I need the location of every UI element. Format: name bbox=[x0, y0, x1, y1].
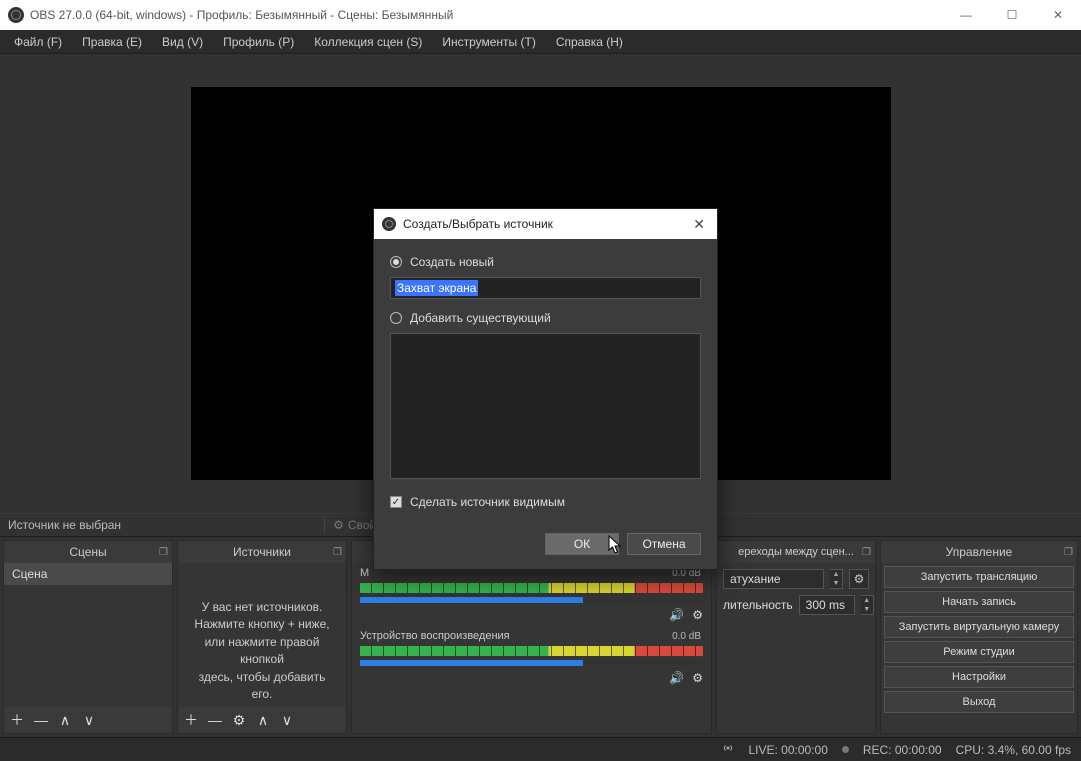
add-existing-radio[interactable]: Добавить существующий bbox=[390, 311, 701, 325]
gear-icon: ⚙ bbox=[333, 518, 344, 532]
make-visible-checkbox[interactable]: ✓ Сделать источник видимым bbox=[390, 495, 701, 509]
volume-slider[interactable] bbox=[360, 597, 703, 603]
sources-panel: Источники ❐ У вас нет источников. Нажмит… bbox=[177, 540, 347, 734]
controls-body: Запустить трансляцию Начать запись Запус… bbox=[881, 563, 1077, 733]
transition-spin[interactable]: ▲▼ bbox=[830, 569, 843, 589]
menu-scene-collection[interactable]: Коллекция сцен (S) bbox=[304, 33, 432, 51]
create-new-radio[interactable]: Создать новый bbox=[390, 255, 701, 269]
live-status: LIVE: 00:00:00 bbox=[748, 743, 827, 757]
transition-select[interactable]: атухание bbox=[723, 569, 824, 589]
scenes-header[interactable]: Сцены ❐ bbox=[4, 541, 172, 563]
remove-source-button[interactable]: — bbox=[206, 711, 224, 729]
dialog-buttons: ОК Отмена bbox=[374, 525, 717, 569]
sources-empty: У вас нет источников. Нажмите кнопку + н… bbox=[178, 563, 346, 707]
gear-icon[interactable]: ⚙ bbox=[692, 671, 703, 685]
menu-help[interactable]: Справка (H) bbox=[546, 33, 633, 51]
volume-slider[interactable] bbox=[360, 660, 703, 666]
close-button[interactable]: ✕ bbox=[1035, 0, 1081, 30]
menu-view[interactable]: Вид (V) bbox=[152, 33, 213, 51]
radio-icon bbox=[390, 312, 402, 324]
scenes-list[interactable]: Сцена bbox=[4, 563, 172, 707]
minimize-button[interactable]: — bbox=[943, 0, 989, 30]
menu-profile[interactable]: Профиль (P) bbox=[213, 33, 304, 51]
menu-file[interactable]: Файл (F) bbox=[4, 33, 72, 51]
titlebar: OBS 27.0.0 (64-bit, windows) - Профиль: … bbox=[0, 0, 1081, 30]
existing-sources-list[interactable] bbox=[390, 333, 701, 479]
rec-dot-icon bbox=[842, 746, 849, 753]
transitions-header[interactable]: ереходы между сцен... ❐ bbox=[717, 541, 875, 563]
sources-list[interactable]: У вас нет источников. Нажмите кнопку + н… bbox=[178, 563, 346, 707]
start-stream-button[interactable]: Запустить трансляцию bbox=[884, 566, 1074, 588]
speaker-icon[interactable]: 🔊 bbox=[669, 671, 684, 685]
virtual-camera-button[interactable]: Запустить виртуальную камеру bbox=[884, 616, 1074, 638]
source-down-button[interactable]: ∨ bbox=[278, 711, 296, 729]
create-source-dialog: Создать/Выбрать источник ✕ Создать новый… bbox=[373, 208, 718, 570]
mixer-track-2: Устройство воспроизведения 0.0 dB 🔊 ⚙ bbox=[352, 626, 711, 689]
maximize-button[interactable]: ☐ bbox=[989, 0, 1035, 30]
app-icon bbox=[8, 7, 24, 23]
checkbox-icon: ✓ bbox=[390, 496, 402, 508]
start-record-button[interactable]: Начать запись bbox=[884, 591, 1074, 613]
sources-footer: ＋ — ⚙ ∧ ∨ bbox=[178, 707, 346, 733]
audio-meter bbox=[360, 646, 703, 656]
ok-button[interactable]: ОК bbox=[545, 533, 619, 555]
duration-input[interactable]: 300 ms bbox=[799, 595, 855, 615]
exit-button[interactable]: Выход bbox=[884, 691, 1074, 713]
transitions-body: атухание ▲▼ ⚙ лительность 300 ms ▲▼ bbox=[717, 563, 875, 733]
dialog-close-button[interactable]: ✕ bbox=[689, 216, 709, 233]
source-name-input[interactable]: Захват экрана bbox=[390, 277, 701, 299]
scene-up-button[interactable]: ∧ bbox=[56, 711, 74, 729]
duration-spin[interactable]: ▲▼ bbox=[861, 595, 874, 615]
detach-icon[interactable]: ❐ bbox=[333, 547, 342, 558]
detach-icon[interactable]: ❐ bbox=[862, 547, 871, 558]
scene-down-button[interactable]: ∨ bbox=[80, 711, 98, 729]
menu-edit[interactable]: Правка (E) bbox=[72, 33, 152, 51]
scene-item[interactable]: Сцена bbox=[4, 563, 172, 585]
scenes-footer: ＋ — ∧ ∨ bbox=[4, 707, 172, 733]
rec-status: REC: 00:00:00 bbox=[863, 743, 942, 757]
gear-icon[interactable]: ⚙ bbox=[692, 608, 703, 622]
cpu-status: CPU: 3.4%, 60.00 fps bbox=[956, 743, 1071, 757]
broadcast-icon bbox=[722, 742, 734, 757]
app-icon bbox=[382, 217, 396, 231]
scenes-panel: Сцены ❐ Сцена ＋ — ∧ ∨ bbox=[3, 540, 173, 734]
mixer-track-1: М 0.0 dB 🔊 ⚙ bbox=[352, 563, 711, 626]
dialog-titlebar[interactable]: Создать/Выбрать источник ✕ bbox=[374, 209, 717, 239]
settings-button[interactable]: Настройки bbox=[884, 666, 1074, 688]
transitions-panel: ереходы между сцен... ❐ атухание ▲▼ ⚙ ли… bbox=[716, 540, 876, 734]
detach-icon[interactable]: ❐ bbox=[1064, 547, 1073, 558]
sources-header[interactable]: Источники ❐ bbox=[178, 541, 346, 563]
studio-mode-button[interactable]: Режим студии bbox=[884, 641, 1074, 663]
source-up-button[interactable]: ∧ bbox=[254, 711, 272, 729]
remove-scene-button[interactable]: — bbox=[32, 711, 50, 729]
window-title: OBS 27.0.0 (64-bit, windows) - Профиль: … bbox=[30, 8, 453, 22]
dialog-title: Создать/Выбрать источник bbox=[403, 217, 553, 231]
detach-icon[interactable]: ❐ bbox=[159, 547, 168, 558]
bottom-statusbar: LIVE: 00:00:00 REC: 00:00:00 CPU: 3.4%, … bbox=[0, 737, 1081, 761]
source-settings-button[interactable]: ⚙ bbox=[230, 711, 248, 729]
menubar: Файл (F) Правка (E) Вид (V) Профиль (P) … bbox=[0, 30, 1081, 54]
speaker-icon[interactable]: 🔊 bbox=[669, 608, 684, 622]
mixer-body: М 0.0 dB 🔊 ⚙ Устройство воспроизведения … bbox=[352, 563, 711, 733]
window-controls: — ☐ ✕ bbox=[943, 0, 1081, 30]
transition-settings[interactable]: ⚙ bbox=[849, 569, 869, 589]
controls-panel: Управление ❐ Запустить трансляцию Начать… bbox=[880, 540, 1078, 734]
no-source-label: Источник не выбран bbox=[8, 518, 121, 532]
cancel-button[interactable]: Отмена bbox=[627, 533, 701, 555]
radio-icon bbox=[390, 256, 402, 268]
audio-meter bbox=[360, 583, 703, 593]
controls-header[interactable]: Управление ❐ bbox=[881, 541, 1077, 563]
add-scene-button[interactable]: ＋ bbox=[8, 711, 26, 729]
dialog-body: Создать новый Захват экрана Добавить сущ… bbox=[374, 239, 717, 525]
menu-tools[interactable]: Инструменты (T) bbox=[432, 33, 545, 51]
separator bbox=[324, 516, 325, 534]
add-source-button[interactable]: ＋ bbox=[182, 711, 200, 729]
